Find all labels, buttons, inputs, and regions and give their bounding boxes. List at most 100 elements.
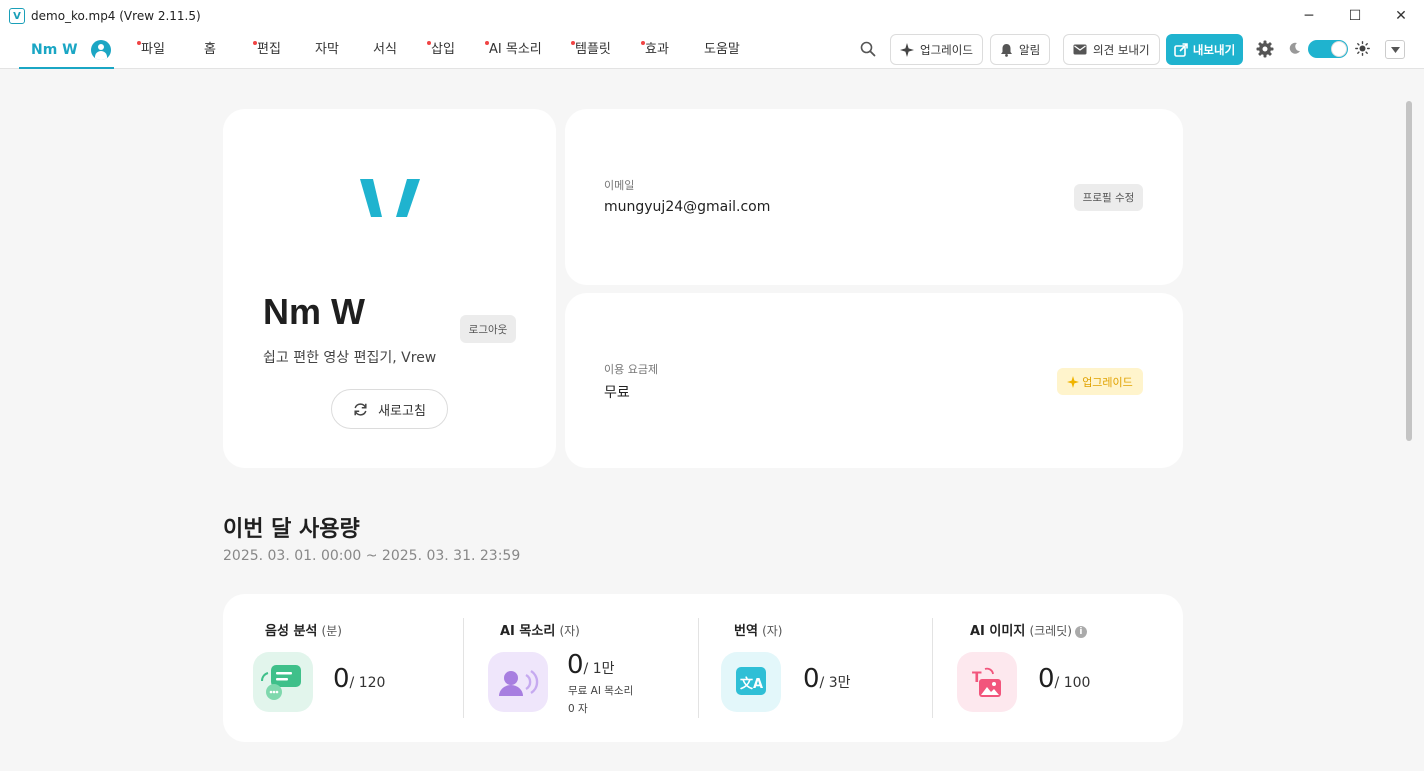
alerts-label: 알림	[1019, 42, 1041, 57]
stat-name: AI 이미지	[970, 624, 1026, 639]
email-value: mungyuj24@gmail.com	[604, 199, 771, 215]
menu-subtitle[interactable]: 자막	[315, 32, 339, 69]
notification-dot	[571, 41, 575, 45]
column-divider	[698, 618, 699, 718]
minimize-button[interactable]: ─	[1286, 0, 1332, 32]
notification-dot	[427, 41, 431, 45]
upgrade-label: 업그레이드	[920, 42, 973, 57]
close-button[interactable]: ✕	[1378, 0, 1424, 32]
dark-mode-toggle[interactable]	[1308, 40, 1348, 58]
window-menu-dropdown[interactable]	[1385, 40, 1405, 59]
menu-insert[interactable]: 삽입	[427, 32, 455, 69]
vrew-logo-icon	[360, 179, 420, 217]
caret-down-icon	[1390, 46, 1400, 53]
mail-icon	[1073, 44, 1087, 55]
usage-card: 음성 분석 (분) 0/ 120 AI 목소리 (자) 0/ 1만 무료 AI …	[223, 594, 1183, 742]
search-icon[interactable]	[860, 41, 876, 57]
window-title: demo_ko.mp4 (Vrew 2.11.5)	[31, 9, 201, 23]
stat-used: 0	[1038, 664, 1055, 694]
stat-unit: (자)	[559, 624, 580, 638]
info-icon[interactable]: i	[1074, 626, 1087, 638]
upgrade-button[interactable]: 업그레이드	[890, 34, 983, 65]
stat-title-speech: 음성 분석 (분)	[265, 620, 342, 639]
bell-icon	[1001, 43, 1012, 57]
user-tab-name: Nm W	[31, 41, 78, 58]
plan-upgrade-label: 업그레이드	[1082, 375, 1133, 389]
plan-value: 무료	[604, 385, 630, 401]
email-card: 이메일 mungyuj24@gmail.com 프로필 수정	[565, 109, 1183, 285]
menu-edit[interactable]: 편집	[253, 32, 281, 69]
menu-format[interactable]: 서식	[373, 32, 397, 69]
menu-ai-voice[interactable]: AI 목소리	[485, 32, 542, 69]
refresh-label: 새로고침	[378, 403, 426, 419]
menu-home[interactable]: 홈	[204, 32, 216, 69]
stat-limit: / 3만	[819, 675, 851, 691]
column-divider	[463, 618, 464, 718]
feedback-button[interactable]: 의견 보내기	[1063, 34, 1160, 65]
avatar-icon	[90, 39, 111, 60]
sun-icon	[1355, 41, 1370, 56]
stat-limit: / 1만	[583, 661, 615, 677]
stat-name: 번역	[734, 624, 758, 639]
maximize-button[interactable]: ☐	[1332, 0, 1378, 32]
logout-button[interactable]: 로그아웃	[460, 315, 516, 343]
notification-dot	[485, 41, 489, 45]
menu-template-label: 템플릿	[575, 42, 611, 57]
sparkle-icon	[1067, 375, 1080, 388]
stat-ai-voice-free: 무료 AI 목소리 0 자	[568, 682, 633, 718]
stat-title-ai-image: AI 이미지 (크레딧) i	[970, 620, 1087, 639]
menu-template[interactable]: 템플릿	[571, 32, 611, 69]
menu-edit-label: 편집	[257, 42, 281, 57]
stat-sub-label: 무료 AI 목소리	[568, 685, 634, 697]
stat-sub-value: 0 자	[568, 703, 588, 715]
stat-used: 0	[803, 664, 820, 694]
gear-icon[interactable]	[1256, 40, 1274, 58]
column-divider	[932, 618, 933, 718]
alerts-button[interactable]: 알림	[990, 34, 1051, 65]
menu-file-label: 파일	[141, 42, 165, 57]
vertical-scrollbar[interactable]	[1406, 101, 1412, 441]
notification-dot	[253, 41, 257, 45]
menu-help[interactable]: 도움말	[704, 32, 740, 69]
notification-dot	[137, 41, 141, 45]
tab-user-profile[interactable]: Nm W	[19, 32, 114, 69]
stat-unit: (자)	[762, 624, 783, 638]
menu-home-label: 홈	[204, 42, 216, 57]
stat-used: 0	[567, 650, 584, 680]
stat-title-translation: 번역 (자)	[734, 620, 782, 639]
menu-ai-voice-label: AI 목소리	[489, 42, 542, 57]
stat-ai-voice-value: 0/ 1만	[567, 650, 615, 680]
stat-name: 음성 분석	[265, 624, 318, 639]
ai-voice-icon	[488, 652, 548, 712]
stat-limit: / 100	[1054, 675, 1091, 691]
toggle-knob	[1331, 41, 1347, 57]
export-button[interactable]: 내보내기	[1166, 34, 1243, 65]
translate-icon: 文A	[721, 652, 781, 712]
menu-format-label: 서식	[373, 42, 397, 57]
plan-label: 이용 요금제	[604, 363, 659, 376]
stat-unit: (크레딧)	[1029, 624, 1072, 638]
app-icon: V	[9, 8, 25, 24]
feedback-label: 의견 보내기	[1093, 42, 1150, 57]
window-controls: ─ ☐ ✕	[1286, 0, 1424, 32]
menu-help-label: 도움말	[704, 42, 740, 57]
speech-analysis-icon	[253, 652, 313, 712]
menu-subtitle-label: 자막	[315, 42, 339, 57]
export-label: 내보내기	[1192, 42, 1236, 57]
stat-limit: / 120	[349, 675, 386, 691]
menu-insert-label: 삽입	[431, 42, 455, 57]
usage-period: 2025. 03. 01. 00:00 ~ 2025. 03. 31. 23:5…	[223, 548, 521, 564]
stat-title-ai-voice: AI 목소리 (자)	[500, 620, 580, 639]
stat-unit: (분)	[321, 624, 342, 638]
plan-upgrade-button[interactable]: 업그레이드	[1057, 368, 1143, 395]
profile-name: Nm W	[263, 291, 365, 332]
stat-used: 0	[333, 664, 350, 694]
menu-file[interactable]: 파일	[137, 32, 165, 69]
refresh-button[interactable]: 새로고침	[331, 389, 448, 429]
edit-profile-button[interactable]: 프로필 수정	[1074, 184, 1143, 211]
menu-effects[interactable]: 효과	[641, 32, 669, 69]
email-label: 이메일	[604, 179, 635, 192]
stat-speech-value: 0/ 120	[333, 664, 385, 694]
notification-dot	[641, 41, 645, 45]
ai-image-icon: T	[957, 652, 1017, 712]
